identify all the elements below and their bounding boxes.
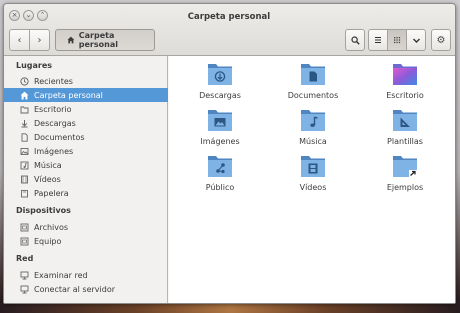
sidebar-item-label: Examinar red xyxy=(34,270,88,280)
gear-icon: ⚙ xyxy=(436,34,446,46)
file-manager-window: × ⌄ ⌃ Carpeta personal ‹ › Carpeta perso… xyxy=(3,3,456,304)
sidebar-item-conectar-al-servidor[interactable]: Conectar al servidor xyxy=(4,282,168,296)
sidebar-section-red: Red xyxy=(16,254,34,263)
trash-icon xyxy=(20,189,29,198)
sidebar-item-papelera[interactable]: Papelera xyxy=(4,186,168,200)
window-title: Carpeta personal xyxy=(187,12,271,22)
music-folder-icon xyxy=(301,110,325,131)
file-item-descargas[interactable]: Descargas xyxy=(180,62,260,106)
minimize-window-button[interactable]: ⌄ xyxy=(23,10,34,21)
desktop-folder-icon xyxy=(393,64,417,85)
file-item-musica[interactable]: Música xyxy=(273,108,353,152)
sidebar-item-videos[interactable]: Vídeos xyxy=(4,172,168,186)
home-icon xyxy=(20,91,29,100)
documents-folder-icon xyxy=(301,64,325,85)
sidebar-item-label: Carpeta personal xyxy=(34,90,103,100)
file-item-label: Ejemplos xyxy=(386,183,424,192)
close-window-button[interactable]: × xyxy=(9,10,20,21)
sidebar-item-examinar-red[interactable]: Examinar red xyxy=(4,268,168,282)
videos-folder-icon xyxy=(301,156,325,177)
public-folder-icon xyxy=(208,156,232,177)
templates-folder-icon xyxy=(393,110,417,131)
file-item-videos[interactable]: Vídeos xyxy=(273,154,353,198)
sidebar-item-equipo[interactable]: Equipo xyxy=(4,234,168,248)
list-view-button[interactable] xyxy=(368,29,388,51)
download-icon xyxy=(20,119,29,128)
server-icon xyxy=(20,285,29,294)
minimize-icon: ⌄ xyxy=(25,11,32,19)
document-icon xyxy=(20,132,29,142)
image-icon xyxy=(20,147,29,156)
file-item-escritorio[interactable]: Escritorio xyxy=(365,62,445,106)
path-bar-home-button[interactable]: Carpeta personal xyxy=(55,29,155,51)
forward-button[interactable]: › xyxy=(29,29,50,51)
chevron-left-icon: ‹ xyxy=(17,34,22,46)
file-item-documentos[interactable]: Documentos xyxy=(273,62,353,106)
drive-icon xyxy=(20,223,29,232)
back-button[interactable]: ‹ xyxy=(9,29,30,51)
home-icon xyxy=(67,36,75,44)
sidebar-item-archivos[interactable]: Archivos xyxy=(4,220,168,234)
file-item-label: Vídeos xyxy=(299,183,327,192)
chevron-down-icon xyxy=(412,38,420,43)
header-bar: × ⌄ ⌃ Carpeta personal ‹ › Carpeta perso… xyxy=(4,4,455,56)
music-icon xyxy=(20,161,29,170)
sidebar-section-lugares: Lugares xyxy=(16,61,53,70)
sidebar-item-label: Vídeos xyxy=(34,174,61,184)
file-item-ejemplos[interactable]: Ejemplos xyxy=(365,154,445,198)
sidebar-item-label: Descargas xyxy=(34,118,76,128)
sidebar-item-label: Recientes xyxy=(34,76,73,86)
sidebar-item-label: Imágenes xyxy=(34,146,74,156)
video-icon xyxy=(20,175,29,184)
download-folder-icon xyxy=(208,64,232,85)
file-item-label: Plantillas xyxy=(387,137,423,146)
close-icon: × xyxy=(11,11,18,19)
sidebar-item-label: Archivos xyxy=(34,222,69,232)
file-item-publico[interactable]: Público xyxy=(180,154,260,198)
file-item-label: Descargas xyxy=(199,91,241,100)
chevron-right-icon: › xyxy=(37,34,42,46)
search-icon xyxy=(350,35,360,45)
file-item-label: Escritorio xyxy=(386,91,424,100)
sidebar-item-label: Música xyxy=(34,160,62,170)
view-options-button[interactable] xyxy=(406,29,426,51)
sidebar-item-label: Documentos xyxy=(34,132,85,142)
sidebar-item-label: Escritorio xyxy=(34,104,72,114)
sidebar-item-musica[interactable]: Música xyxy=(4,158,168,172)
file-item-imagenes[interactable]: Imágenes xyxy=(180,108,260,152)
sidebar-item-recientes[interactable]: Recientes xyxy=(4,74,168,88)
file-item-label: Documentos xyxy=(287,91,339,100)
sidebar-item-label: Papelera xyxy=(34,188,69,198)
file-grid-view: Descargas Documentos Escritorio Imágenes… xyxy=(169,56,455,303)
examples-folder-link-icon xyxy=(393,156,417,177)
maximize-window-button[interactable]: ⌃ xyxy=(37,10,48,21)
sidebar-item-descargas[interactable]: Descargas xyxy=(4,116,168,130)
search-button[interactable] xyxy=(345,29,365,51)
sidebar-item-escritorio[interactable]: Escritorio xyxy=(4,102,168,116)
file-item-label: Imágenes xyxy=(200,137,240,146)
computer-icon xyxy=(20,237,29,246)
grid-icon xyxy=(394,37,401,44)
sidebar-item-label: Equipo xyxy=(34,236,62,246)
desktop-folder-icon xyxy=(20,105,29,114)
sidebar-item-carpeta-personal[interactable]: Carpeta personal xyxy=(4,88,168,102)
clock-icon xyxy=(20,76,29,86)
sidebar-item-imagenes[interactable]: Imágenes xyxy=(4,144,168,158)
sidebar-item-documentos[interactable]: Documentos xyxy=(4,130,168,144)
network-icon xyxy=(20,271,29,280)
maximize-icon: ⌃ xyxy=(39,11,46,19)
file-item-label: Música xyxy=(299,137,327,146)
list-icon xyxy=(375,37,381,43)
grid-view-button[interactable] xyxy=(387,29,407,51)
pictures-folder-icon xyxy=(208,110,232,131)
path-bar-label: Carpeta personal xyxy=(78,31,118,49)
places-sidebar: Lugares Recientes Carpeta personal Escri… xyxy=(4,56,168,303)
file-item-plantillas[interactable]: Plantillas xyxy=(365,108,445,152)
settings-button[interactable]: ⚙ xyxy=(431,29,451,51)
file-item-label: Público xyxy=(205,183,235,192)
sidebar-section-dispositivos: Dispositivos xyxy=(16,206,71,215)
sidebar-item-label: Conectar al servidor xyxy=(34,284,116,294)
